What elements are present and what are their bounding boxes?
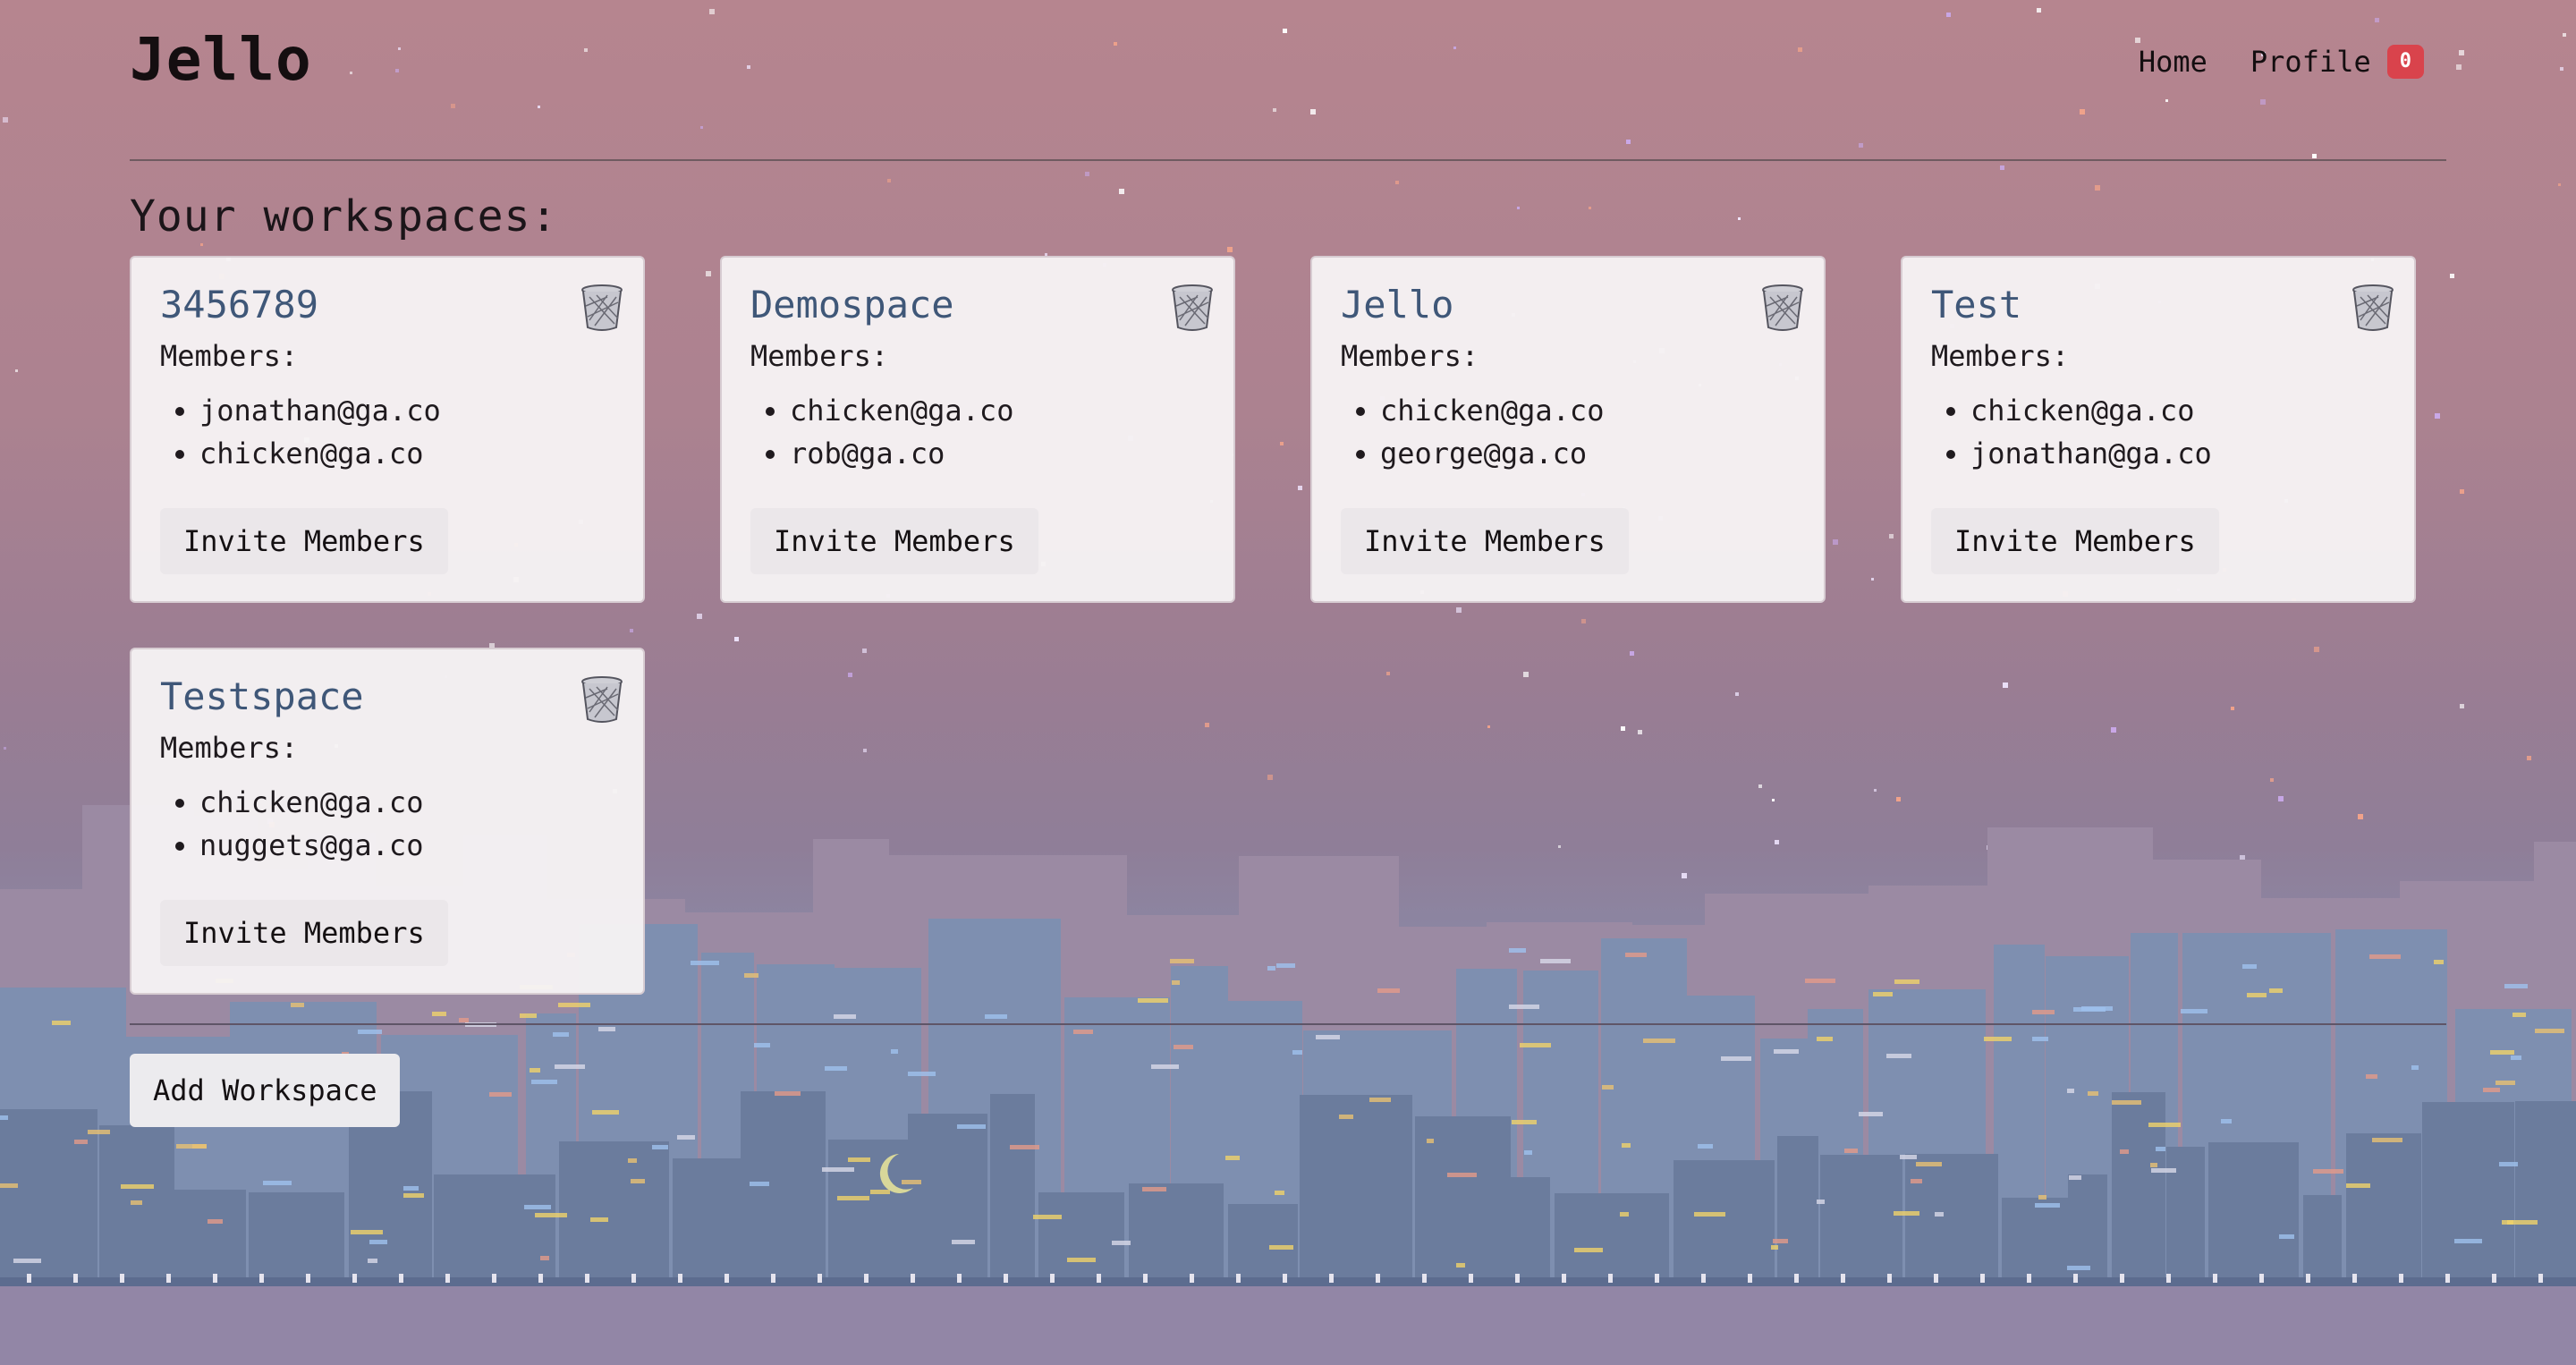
members-label: Members: [160,731,299,765]
member-email: chicken@ga.co [199,432,614,475]
notification-badge: 0 [2386,45,2424,80]
invite-members-button[interactable]: Invite Members [1341,508,1629,574]
member-email: jonathan@ga.co [1970,432,2385,475]
workspace-grid: 3456789Members:jonathan@ga.cochicken@ga.… [130,256,2446,995]
workspace-card: Testspace Members: chicken@ga.conuggets@ga… [130,648,645,995]
members-label: Members: [1931,339,2070,373]
member-email: george@ga.co [1380,432,1795,475]
members-label: Members: [160,339,299,373]
trash-icon[interactable] [2351,284,2394,331]
member-email: chicken@ga.co [1380,389,1795,432]
workspace-card: Jello Members: chicken@ga.cogeorge@ga.co In… [1310,256,1826,603]
invite-members-button[interactable]: Invite Members [1931,508,2219,574]
members-label: Members: [1341,339,1479,373]
street [0,1277,2576,1286]
member-list: chicken@ga.corob@ga.co [750,389,1205,475]
nav-profile-link[interactable]: Profile 0 [2250,45,2424,80]
member-email: jonathan@ga.co [199,389,614,432]
member-list: jonathan@ga.cochicken@ga.co [160,389,614,475]
trash-icon[interactable] [1761,284,1804,331]
member-email: chicken@ga.co [1970,389,2385,432]
invite-members-button[interactable]: Invite Members [160,508,448,574]
member-email: chicken@ga.co [199,781,614,824]
app-brand[interactable]: Jello [130,25,312,94]
invite-members-button[interactable]: Invite Members [160,900,448,966]
members-label: Members: [750,339,889,373]
member-email: chicken@ga.co [790,389,1205,432]
workspace-title[interactable]: Testspace [160,674,614,718]
workspace-card: 3456789 Members: jonathan@ga.cochicken@ga.… [130,256,645,603]
trash-icon[interactable] [1171,284,1214,331]
invite-members-button[interactable]: Invite Members [750,508,1038,574]
member-list: chicken@ga.conuggets@ga.co [160,781,614,867]
member-email: rob@ga.co [790,432,1205,475]
workspace-card: Demospace Members: chicken@ga.corob@ga.co I… [720,256,1235,603]
nav-links: Home Profile 0 [2139,45,2424,80]
trash-icon[interactable] [580,676,623,723]
nav-home-link[interactable]: Home [2139,45,2207,79]
workspace-title[interactable]: Test [1931,283,2385,326]
workspace-card: Test Members: chicken@ga.cojonathan@ga.co I… [1901,256,2416,603]
member-list: chicken@ga.cojonathan@ga.co [1931,389,2385,475]
workspaces-heading: Your workspaces: [130,191,558,242]
workspace-title[interactable]: 3456789 [160,283,614,326]
workspace-title[interactable]: Jello [1341,283,1795,326]
add-workspace-button[interactable]: Add Workspace [130,1054,401,1127]
divider [130,1023,2446,1025]
workspace-title[interactable]: Demospace [750,283,1205,326]
member-email: nuggets@ga.co [199,824,614,867]
trash-icon[interactable] [580,284,623,331]
top-navbar: Jello Home Profile 0 [130,0,2446,161]
water [0,1286,2576,1365]
main-content: Jello Home Profile 0 Your workspaces: 34… [130,0,2446,1127]
member-list: chicken@ga.cogeorge@ga.co [1341,389,1795,475]
nav-profile-label: Profile [2250,45,2371,80]
